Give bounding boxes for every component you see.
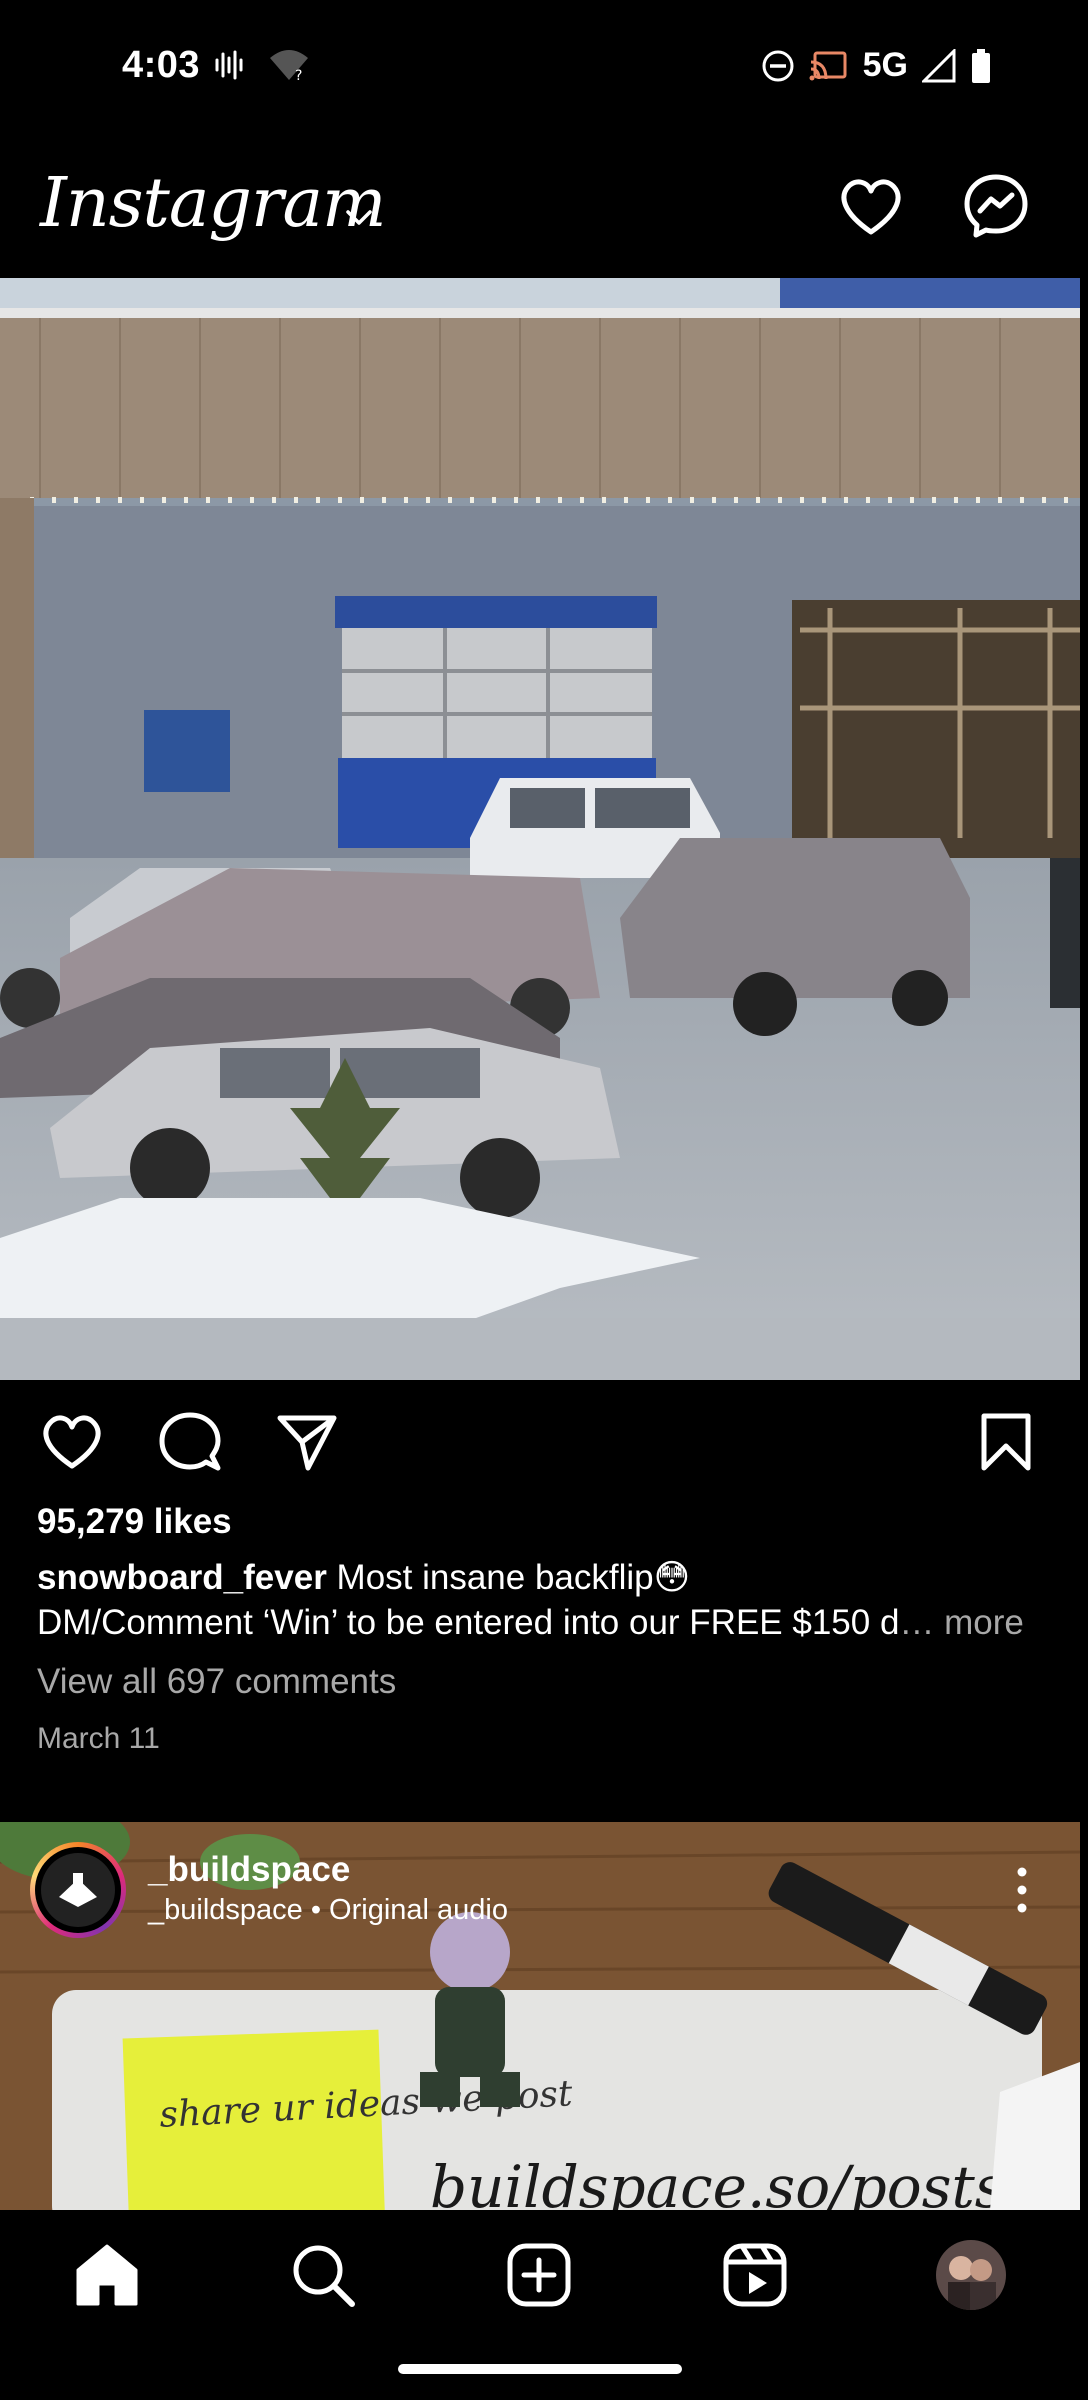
more-options-icon[interactable] xyxy=(1004,1862,1040,1918)
messenger-icon[interactable] xyxy=(962,172,1030,240)
profile-avatar[interactable] xyxy=(936,2240,1006,2310)
post2-avatar[interactable] xyxy=(30,1842,126,1938)
do-not-disturb-icon xyxy=(762,50,794,81)
post2-avatar-inner xyxy=(35,1847,121,1933)
status-time: 4:03 xyxy=(122,44,201,86)
caption-username[interactable]: snowboard_fever xyxy=(37,1558,327,1597)
voicemail-wave-icon xyxy=(215,50,243,80)
view-comments-link[interactable]: View all 697 comments xyxy=(37,1662,396,1702)
post-video-frame xyxy=(0,278,1080,1380)
search-icon[interactable] xyxy=(288,2240,358,2310)
post2-username[interactable]: _buildspace xyxy=(148,1850,350,1890)
status-icons-right: 5G xyxy=(761,46,992,85)
signal-icon xyxy=(922,48,956,82)
instagram-feed-screen: 4:03 ? 5G Instagram 95,279 likes snowboa… xyxy=(0,0,1088,2400)
like-icon[interactable] xyxy=(40,1410,104,1474)
profile-photo xyxy=(936,2240,1006,2310)
status-bar: 4:03 ? 5G xyxy=(0,0,1088,134)
post-actions xyxy=(0,1400,1088,1480)
reels-icon[interactable] xyxy=(720,2240,790,2310)
comment-icon[interactable] xyxy=(158,1410,222,1474)
share-icon[interactable] xyxy=(274,1410,338,1474)
post2-audio[interactable]: _buildspace • Original audio xyxy=(148,1894,508,1927)
battery-icon xyxy=(972,48,990,83)
caption-ellipsis: … xyxy=(899,1603,935,1642)
wifi-question-icon: ? xyxy=(270,50,308,82)
heart-icon[interactable] xyxy=(838,174,904,240)
svg-text:?: ? xyxy=(295,68,302,82)
post-date: March 11 xyxy=(37,1722,160,1755)
chevron-down-icon[interactable] xyxy=(342,200,376,234)
caption-line-2-text: DM/Comment ‘Win’ to be entered into our … xyxy=(37,1603,900,1642)
post-caption: snowboard_fever Most insane backflip😳 xyxy=(37,1556,1057,1600)
home-indicator[interactable] xyxy=(398,2364,682,2374)
create-icon[interactable] xyxy=(504,2240,574,2310)
more-link[interactable]: more xyxy=(934,1603,1024,1642)
likes-count[interactable]: 95,279 likes xyxy=(37,1502,232,1542)
board-text: buildspace.so/posts xyxy=(430,2153,1005,2210)
status-icons-left: ? xyxy=(212,48,310,82)
post-video[interactable] xyxy=(0,278,1080,1380)
home-icon[interactable] xyxy=(72,2240,142,2310)
instagram-logo[interactable]: Instagram xyxy=(40,164,386,243)
bookmark-icon[interactable] xyxy=(974,1410,1038,1474)
buildspace-logo-icon xyxy=(41,1853,115,1927)
network-type: 5G xyxy=(862,46,908,84)
cast-icon xyxy=(809,51,847,80)
caption-text: Most insane backflip😳 xyxy=(326,1558,691,1597)
caption-line-2: DM/Comment ‘Win’ to be entered into our … xyxy=(37,1603,1067,1643)
app-header: Instagram xyxy=(0,150,1088,280)
